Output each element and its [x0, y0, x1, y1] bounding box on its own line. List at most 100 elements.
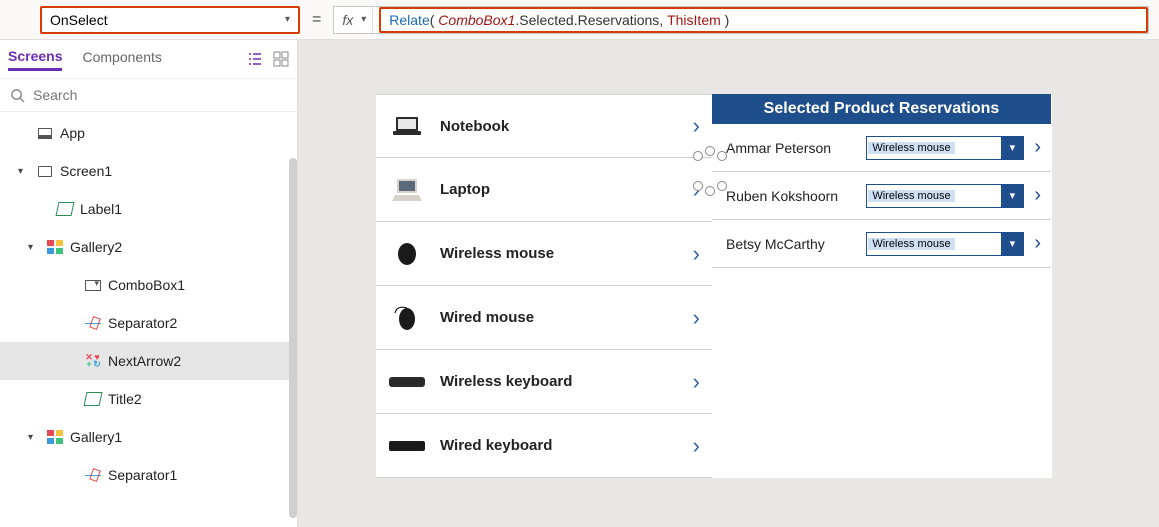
app-icon	[38, 128, 52, 139]
separator-icon	[85, 468, 101, 482]
tab-components[interactable]: Components	[82, 49, 161, 69]
reservation-row[interactable]: Ammar Peterson Wireless mouse ▾ ›	[712, 124, 1051, 172]
chevron-right-icon[interactable]: ›	[693, 305, 700, 331]
tree-node-nextarrow2[interactable]: ✕♥+↻ NextArrow2	[0, 342, 297, 380]
next-arrow-icon[interactable]: ›	[1034, 136, 1041, 159]
tree-node-label: Gallery2	[70, 239, 122, 255]
chevron-down-icon[interactable]: ▾	[28, 242, 40, 253]
gallery-icon	[47, 240, 63, 254]
tree-node-label: Label1	[80, 201, 122, 217]
product-thumb-icon	[388, 175, 426, 205]
property-selector-value: OnSelect	[50, 12, 108, 28]
tree-search[interactable]	[0, 78, 297, 112]
label-icon	[57, 202, 73, 216]
tree-node-label: Screen1	[60, 163, 112, 179]
chevron-down-icon[interactable]: ▾	[1001, 137, 1023, 159]
combobox-value: Wireless mouse	[868, 142, 954, 154]
gallery-item[interactable]: Laptop ›	[376, 158, 712, 222]
next-arrow-icon[interactable]: ›	[1034, 232, 1041, 255]
reservations-header: Selected Product Reservations	[712, 94, 1051, 124]
tree-view: App ▾ Screen1 Label1 ▾ Gallery2 ComboBox…	[0, 112, 297, 527]
tree-node-label: Separator2	[108, 315, 177, 331]
tree-node-app[interactable]: App	[0, 114, 297, 152]
product-combobox[interactable]: Wireless mouse ▾	[866, 232, 1024, 256]
grid-icon[interactable]	[273, 51, 289, 67]
chevron-right-icon[interactable]: ›	[693, 369, 700, 395]
search-icon	[10, 88, 25, 103]
gallery-item[interactable]: Notebook ›	[376, 94, 712, 158]
chevron-down-icon[interactable]: ▾	[28, 432, 40, 443]
tree-node-label: Gallery1	[70, 429, 122, 445]
combobox-value: Wireless mouse	[868, 238, 954, 250]
gallery-item[interactable]: Wireless keyboard ›	[376, 350, 712, 414]
product-label: Wired mouse	[440, 309, 679, 326]
list-icon[interactable]	[247, 51, 263, 67]
nextarrow-icon: ✕♥+↻	[85, 354, 101, 368]
combobox-value: Wireless mouse	[868, 190, 954, 202]
chevron-right-icon[interactable]: ›	[693, 113, 700, 139]
product-label: Wired keyboard	[440, 437, 679, 454]
product-label: Wireless mouse	[440, 245, 679, 262]
chevron-right-icon[interactable]: ›	[693, 241, 700, 267]
product-thumb-icon	[388, 367, 426, 397]
chevron-right-icon[interactable]: ›	[693, 433, 700, 459]
tree-node-combobox1[interactable]: ComboBox1	[0, 266, 297, 304]
product-combobox[interactable]: Wireless mouse ▾	[866, 136, 1024, 160]
product-label: Notebook	[440, 118, 679, 135]
tree-node-separator2[interactable]: Separator2	[0, 304, 297, 342]
reservation-name: Betsy McCarthy	[726, 236, 856, 252]
chevron-down-icon[interactable]: ▾	[1001, 233, 1023, 255]
tree-node-label: Separator1	[108, 467, 177, 483]
formula-bar-row: OnSelect ▾ = fx ▾ Relate( ComboBox1.Sele…	[0, 0, 1159, 40]
reservation-name: Ammar Peterson	[726, 140, 856, 156]
product-thumb-icon	[388, 111, 426, 141]
tree-node-screen1[interactable]: ▾ Screen1	[0, 152, 297, 190]
separator-icon	[85, 316, 101, 330]
panel-tabs: Screens Components	[0, 40, 297, 78]
product-gallery: Notebook › Laptop › Wireless mouse ›	[376, 94, 712, 478]
tab-screens[interactable]: Screens	[8, 48, 62, 71]
tree-node-separator1[interactable]: Separator1	[0, 456, 297, 494]
tree-panel: Screens Components App ▾ Screen1	[0, 40, 298, 527]
reservation-row[interactable]: Ruben Kokshoorn Wireless mouse ▾ ›	[712, 172, 1051, 220]
tree-node-gallery1[interactable]: ▾ Gallery1	[0, 418, 297, 456]
chevron-down-icon[interactable]: ▾	[18, 166, 30, 177]
reservation-name: Ruben Kokshoorn	[726, 188, 856, 204]
tree-node-gallery2[interactable]: ▾ Gallery2	[0, 228, 297, 266]
product-thumb-icon	[388, 303, 426, 333]
reservations-gallery: Selected Product Reservations Ammar Pete…	[712, 94, 1051, 478]
reservation-row[interactable]: Betsy McCarthy Wireless mouse ▾ ›	[712, 220, 1051, 268]
tree-node-label1[interactable]: Label1	[0, 190, 297, 228]
tree-node-label: ComboBox1	[108, 277, 185, 293]
tree-search-input[interactable]	[33, 87, 287, 103]
scrollbar[interactable]	[289, 158, 297, 518]
app-preview: Notebook › Laptop › Wireless mouse ›	[376, 94, 1052, 478]
tree-node-title2[interactable]: Title2	[0, 380, 297, 418]
gallery-item[interactable]: Wired mouse ›	[376, 286, 712, 350]
product-combobox[interactable]: Wireless mouse ▾	[866, 184, 1024, 208]
gallery-item[interactable]: Wired keyboard ›	[376, 414, 712, 478]
screen-icon	[38, 166, 52, 177]
canvas-area[interactable]: Notebook › Laptop › Wireless mouse ›	[298, 40, 1159, 527]
product-label: Laptop	[440, 181, 679, 198]
property-selector[interactable]: OnSelect ▾	[40, 6, 300, 34]
combobox-icon	[85, 280, 101, 291]
label-icon	[85, 392, 101, 406]
next-arrow-icon[interactable]: ›	[1034, 184, 1041, 207]
gallery-item[interactable]: Wireless mouse ›	[376, 222, 712, 286]
main-split: Screens Components App ▾ Screen1	[0, 40, 1159, 527]
chevron-down-icon: ▾	[285, 14, 290, 25]
equals-label: =	[312, 11, 321, 29]
gallery-icon	[47, 430, 63, 444]
chevron-right-icon[interactable]: ›	[693, 177, 700, 203]
tree-node-label: App	[60, 125, 85, 141]
tree-node-label: NextArrow2	[108, 353, 181, 369]
tree-node-label: Title2	[108, 391, 142, 407]
fx-icon: fx	[334, 12, 361, 28]
product-label: Wireless keyboard	[440, 373, 679, 390]
product-thumb-icon	[388, 431, 426, 461]
formula-input[interactable]: Relate( ComboBox1.Selected.Reservations,…	[379, 7, 1148, 33]
formula-bar: fx ▾ Relate( ComboBox1.Selected.Reservat…	[333, 6, 1149, 34]
chevron-down-icon[interactable]: ▾	[1001, 185, 1023, 207]
chevron-down-icon[interactable]: ▾	[361, 7, 373, 33]
